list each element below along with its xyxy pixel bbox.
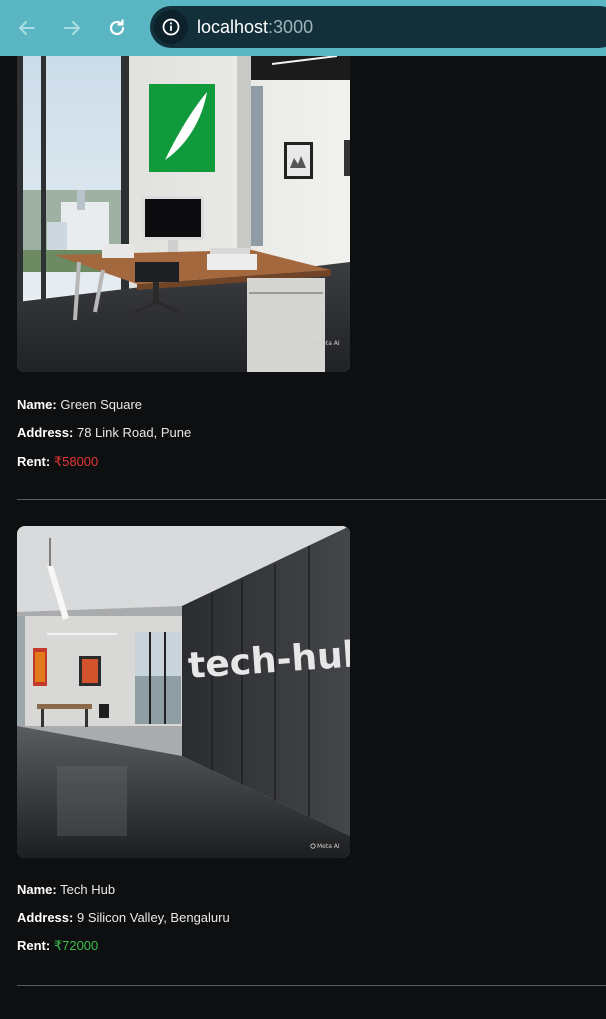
property-image: tech-hub Meta AI xyxy=(17,526,350,858)
reload-icon xyxy=(109,19,125,36)
back-button[interactable] xyxy=(13,14,41,42)
property-address: 9 Silicon Valley, Bengaluru xyxy=(76,910,230,925)
property-image: Meta AI xyxy=(17,56,350,372)
image-watermark: Meta AI xyxy=(317,843,340,850)
property-rent: ₹58000 xyxy=(53,454,99,469)
rent-label: Rent: xyxy=(17,454,51,469)
property-name: Green Square xyxy=(60,397,143,412)
rent-label: Rent: xyxy=(17,938,51,953)
url-port: :3000 xyxy=(268,17,314,37)
property-rent: ₹72000 xyxy=(53,938,99,953)
browser-toolbar: localhost:3000 xyxy=(0,0,606,56)
card-divider xyxy=(17,985,606,986)
info-icon xyxy=(162,18,180,36)
property-rent-row: Rent: ₹58000 xyxy=(17,454,98,470)
property-name-row: Name: Green Square xyxy=(17,397,142,413)
page-content: Meta AI Name: Green Square Address: 78 L… xyxy=(0,56,606,1019)
address-bar[interactable]: localhost:3000 xyxy=(150,6,606,48)
forward-arrow-icon xyxy=(64,21,80,35)
back-arrow-icon xyxy=(19,21,35,35)
url-text: localhost:3000 xyxy=(197,17,313,37)
property-address: 78 Link Road, Pune xyxy=(76,425,192,440)
reload-button[interactable] xyxy=(103,14,131,42)
name-label: Name: xyxy=(17,397,57,412)
address-label: Address: xyxy=(17,910,74,925)
property-name-row: Name: Tech Hub xyxy=(17,882,115,898)
site-info-button[interactable] xyxy=(154,10,188,44)
forward-button[interactable] xyxy=(58,14,86,42)
image-watermark: Meta AI xyxy=(317,340,340,347)
url-host: localhost xyxy=(197,17,269,37)
property-rent-row: Rent: ₹72000 xyxy=(17,938,98,954)
property-name: Tech Hub xyxy=(60,882,116,897)
property-address-row: Address: 9 Silicon Valley, Bengaluru xyxy=(17,910,230,926)
card-divider xyxy=(17,499,606,500)
name-label: Name: xyxy=(17,882,57,897)
property-address-row: Address: 78 Link Road, Pune xyxy=(17,425,191,441)
address-label: Address: xyxy=(17,425,74,440)
